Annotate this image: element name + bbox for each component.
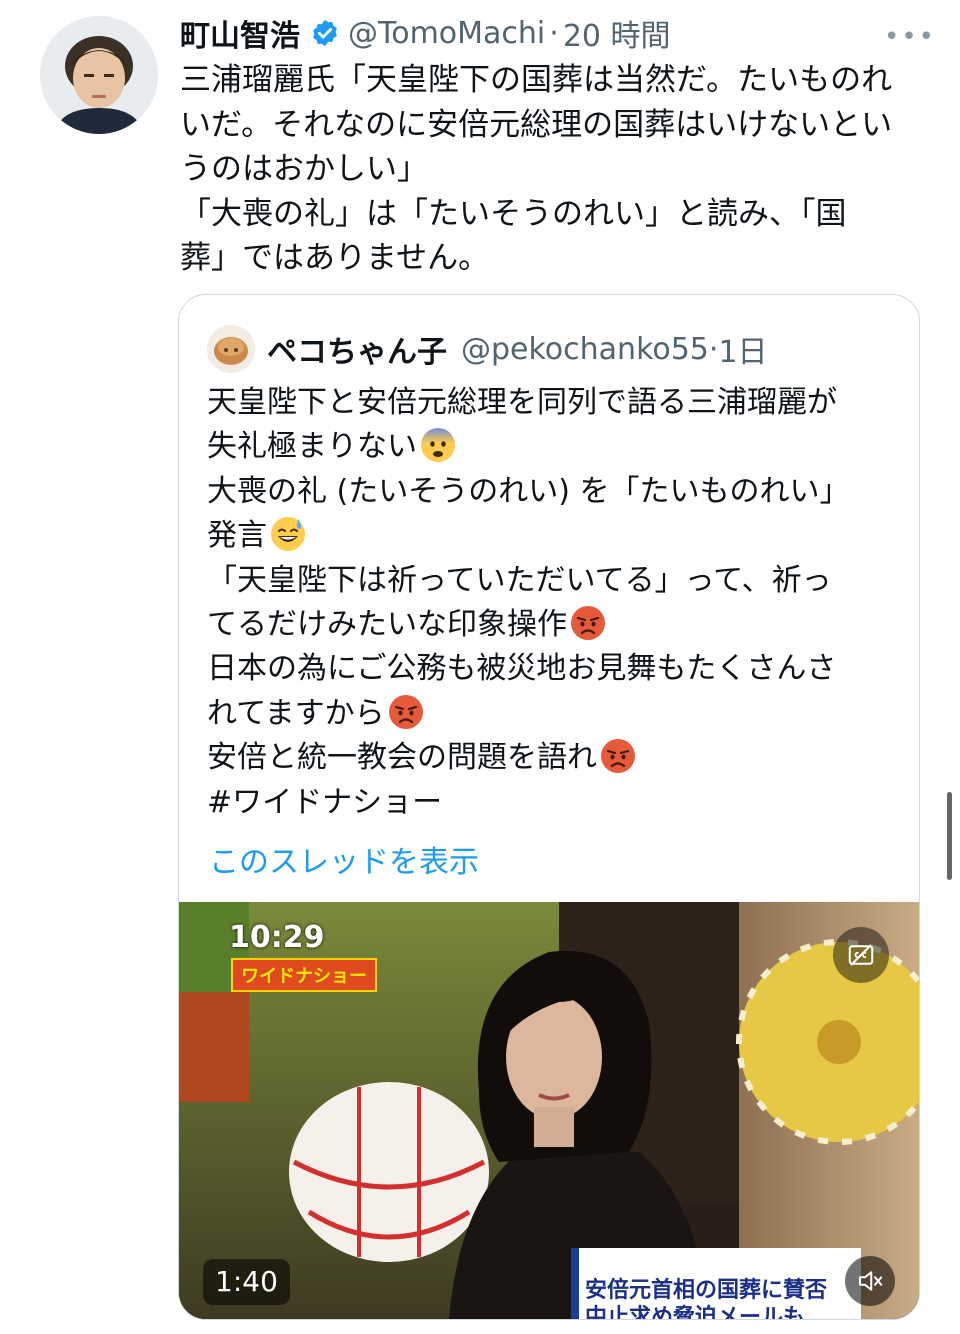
- quoted-text-span: 失礼極まりない: [207, 429, 417, 465]
- verified-badge-icon: [310, 18, 340, 48]
- quoted-author-name[interactable]: ペコちゃん子: [267, 327, 447, 371]
- broadcast-clock: 10:29: [229, 920, 325, 955]
- quoted-tweet-card[interactable]: ペコちゃん子 @pekochanko55 · 1日 天皇陛下と安倍元総理を同列で…: [178, 294, 920, 1320]
- quoted-header-separator: ·: [708, 331, 719, 367]
- news-caption: 安倍元首相の国葬に賛否 中止求め脅迫メールも: [571, 1248, 861, 1319]
- quoted-text-span: 天皇陛下と安倍元総理を同列で語る三浦瑠麗が: [207, 385, 837, 420]
- quoted-text-line: 日本の為にご公務も被災地お見舞もたくさんさ: [207, 647, 897, 691]
- quoted-text-span: 大喪の礼 (たいそうのれい) を「たいものれい」: [207, 473, 850, 509]
- quoted-tweet-text: 天皇陛下と安倍元総理を同列で語る三浦瑠麗が 失礼極まりない大喪の礼 (たいそうのれ…: [207, 381, 897, 825]
- quoted-text-line: 天皇陛下と安倍元総理を同列で語る三浦瑠麗が: [207, 381, 897, 425]
- grinning-sweat-face-emoji-icon: [270, 516, 306, 552]
- quoted-text-span: 日本の為にご公務も被災地お見舞もたくさんさ: [207, 651, 837, 687]
- quoted-text-span: 発言: [207, 518, 267, 554]
- video-duration: 1:40: [203, 1259, 290, 1305]
- video-player[interactable]: 10:29 ワイドナショー 安倍元首相の国葬に賛否 中止求め脅迫メールも 1:4…: [179, 902, 919, 1319]
- pouting-face-emoji-icon: [388, 694, 424, 730]
- pouting-face-emoji-icon: [600, 738, 636, 774]
- tweet-header: 町山智浩 @TomoMachi · 20 時間 •••: [180, 10, 940, 56]
- quoted-text-line: れてますから: [207, 692, 897, 736]
- pouting-face-emoji-icon: [570, 605, 606, 641]
- quoted-author-avatar[interactable]: [207, 325, 255, 373]
- quoted-text-line: 失礼極まりない: [207, 425, 897, 469]
- quoted-tweet-timestamp[interactable]: 1日: [718, 327, 767, 371]
- tweet-timestamp[interactable]: 20 時間: [563, 11, 671, 55]
- quoted-text-span: 安倍と統一教会の問題を語れ: [207, 740, 597, 776]
- quoted-text-span: れてますから: [207, 695, 385, 731]
- quoted-author-handle[interactable]: @pekochanko55: [461, 332, 709, 367]
- author-avatar[interactable]: [40, 16, 158, 134]
- tweet-text: 三浦瑠麗氏「天皇陛下の国葬は当然だ。たいものれ いだ。それなのに安倍元総理の国葬…: [180, 62, 893, 277]
- quoted-text-line[interactable]: #ワイドナショー: [207, 781, 897, 825]
- quoted-text-span: てるだけみたいな印象操作: [207, 607, 567, 643]
- quoted-text-span: 「天皇陛下は祈っていただいてる」って、祈っ: [207, 562, 832, 598]
- author-name[interactable]: 町山智浩: [180, 11, 300, 55]
- header-separator: ·: [549, 15, 559, 51]
- scrollbar[interactable]: [947, 792, 952, 880]
- show-thread-link[interactable]: このスレッドを表示: [209, 837, 479, 881]
- unmute-icon[interactable]: [845, 1256, 895, 1306]
- quoted-text-line: 発言: [207, 514, 897, 558]
- quoted-text-line: てるだけみたいな印象操作: [207, 603, 897, 647]
- captions-toggle-icon[interactable]: [833, 927, 889, 983]
- quoted-text-line: 安倍と統一教会の問題を語れ: [207, 736, 897, 780]
- hashtag-link[interactable]: #ワイドナショー: [207, 785, 442, 820]
- author-handle[interactable]: @TomoMachi: [348, 16, 545, 51]
- news-caption-text: 安倍元首相の国葬に賛否 中止求め脅迫メールも: [585, 1278, 828, 1319]
- show-logo: ワイドナショー: [231, 958, 377, 992]
- fearful-face-emoji-icon: [420, 427, 456, 463]
- more-options-icon[interactable]: •••: [884, 22, 936, 52]
- quoted-text-line: 「天皇陛下は祈っていただいてる」って、祈っ: [207, 559, 897, 603]
- quoted-tweet-header: ペコちゃん子 @pekochanko55 · 1日: [207, 325, 768, 373]
- quoted-text-line: 大喪の礼 (たいそうのれい) を「たいものれい」: [207, 470, 897, 514]
